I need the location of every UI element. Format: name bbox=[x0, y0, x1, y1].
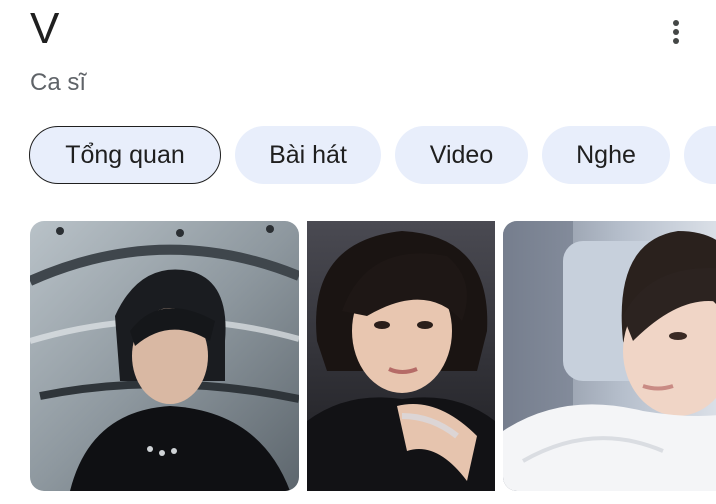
image-tile-3[interactable] bbox=[503, 221, 716, 491]
image-tile-1[interactable] bbox=[30, 221, 299, 491]
tab-listen[interactable]: Nghe bbox=[542, 126, 670, 184]
portrait-photo-1 bbox=[30, 221, 299, 491]
tab-strip: Tổng quan Bài hát Video Nghe N bbox=[29, 126, 716, 186]
portrait-photo-2 bbox=[307, 221, 495, 491]
entity-subtitle: Ca sĩ bbox=[30, 69, 87, 96]
tab-label: Video bbox=[429, 140, 494, 169]
tab-more-partial[interactable]: N bbox=[684, 126, 716, 184]
tab-label: Bài hát bbox=[269, 140, 347, 169]
more-options-button[interactable] bbox=[656, 12, 696, 52]
tab-songs[interactable]: Bài hát bbox=[235, 126, 381, 184]
tab-label: Tổng quan bbox=[65, 140, 185, 169]
tab-overview[interactable]: Tổng quan bbox=[29, 126, 221, 184]
tab-label: Nghe bbox=[576, 140, 636, 169]
image-tile-2[interactable] bbox=[307, 221, 495, 491]
entity-title: V bbox=[30, 4, 60, 53]
more-vert-icon bbox=[673, 20, 679, 44]
knowledge-panel: V Ca sĩ Tổng quan Bài hát Video Nghe N bbox=[0, 0, 716, 504]
image-carousel bbox=[30, 221, 716, 491]
tab-video[interactable]: Video bbox=[395, 126, 528, 184]
portrait-photo-3 bbox=[503, 221, 716, 491]
